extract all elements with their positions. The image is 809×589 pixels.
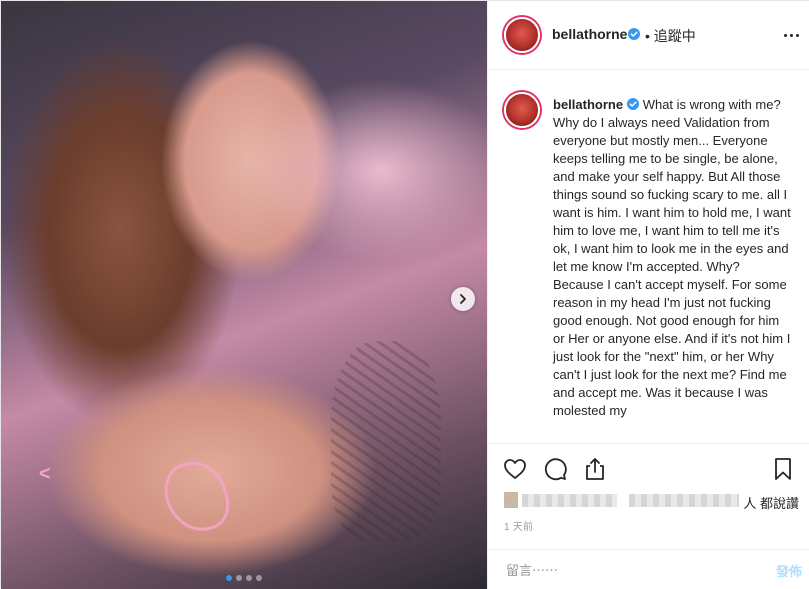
likes-summary[interactable]: 人 都說讚 xyxy=(504,491,799,511)
liker-avatar xyxy=(504,492,518,508)
instagram-post: < bellathorne • 追蹤中 bellathorne What is … xyxy=(0,0,809,589)
carousel-dot xyxy=(256,575,262,581)
likes-blurred-text xyxy=(629,494,739,507)
like-button[interactable] xyxy=(502,456,528,482)
verified-badge-icon xyxy=(628,28,640,40)
post-sidebar: bellathorne • 追蹤中 bellathorne What is wr… xyxy=(487,1,809,589)
carousel-dot xyxy=(236,575,242,581)
avatar[interactable] xyxy=(504,92,540,128)
caption-section: bellathorne What is wrong with me? Why d… xyxy=(488,70,809,443)
heart-icon xyxy=(504,459,526,479)
photo-detail-scribble xyxy=(157,454,236,539)
caption: bellathorne What is wrong with me? Why d… xyxy=(553,96,793,420)
carousel-dot xyxy=(226,575,232,581)
comment-icon xyxy=(544,458,567,481)
carousel-dot xyxy=(246,575,252,581)
carousel-indicator xyxy=(1,575,487,581)
comment-button[interactable] xyxy=(542,456,568,482)
post-header: bellathorne • 追蹤中 xyxy=(488,1,809,70)
photo-detail-arrow: < xyxy=(39,463,51,485)
caption-text: What is wrong with me? Why do I always n… xyxy=(553,97,791,418)
chevron-right-icon xyxy=(460,294,466,304)
caption-username-link[interactable]: bellathorne xyxy=(553,97,623,112)
next-slide-button[interactable] xyxy=(451,287,475,311)
verified-badge-icon xyxy=(627,98,640,110)
post-timestamp[interactable]: 1 天前 xyxy=(504,518,533,533)
likes-suffix: 人 都說讚 xyxy=(743,496,799,511)
action-bar xyxy=(488,443,809,493)
photo-detail-tattoo xyxy=(331,341,441,541)
bookmark-icon xyxy=(775,458,791,480)
avatar[interactable] xyxy=(504,17,540,53)
share-button[interactable] xyxy=(582,456,608,482)
post-photo[interactable]: < xyxy=(1,1,487,589)
share-icon xyxy=(586,458,604,480)
more-options-icon[interactable] xyxy=(784,27,804,43)
header-username-link[interactable]: bellathorne xyxy=(552,26,627,42)
following-status[interactable]: • 追蹤中 xyxy=(645,26,696,46)
save-button[interactable] xyxy=(770,456,796,482)
likes-blurred-text xyxy=(522,494,617,507)
comment-input[interactable] xyxy=(504,558,748,582)
post-comment-button[interactable]: 發佈 xyxy=(776,561,802,580)
comment-bar: 發佈 xyxy=(488,549,809,589)
